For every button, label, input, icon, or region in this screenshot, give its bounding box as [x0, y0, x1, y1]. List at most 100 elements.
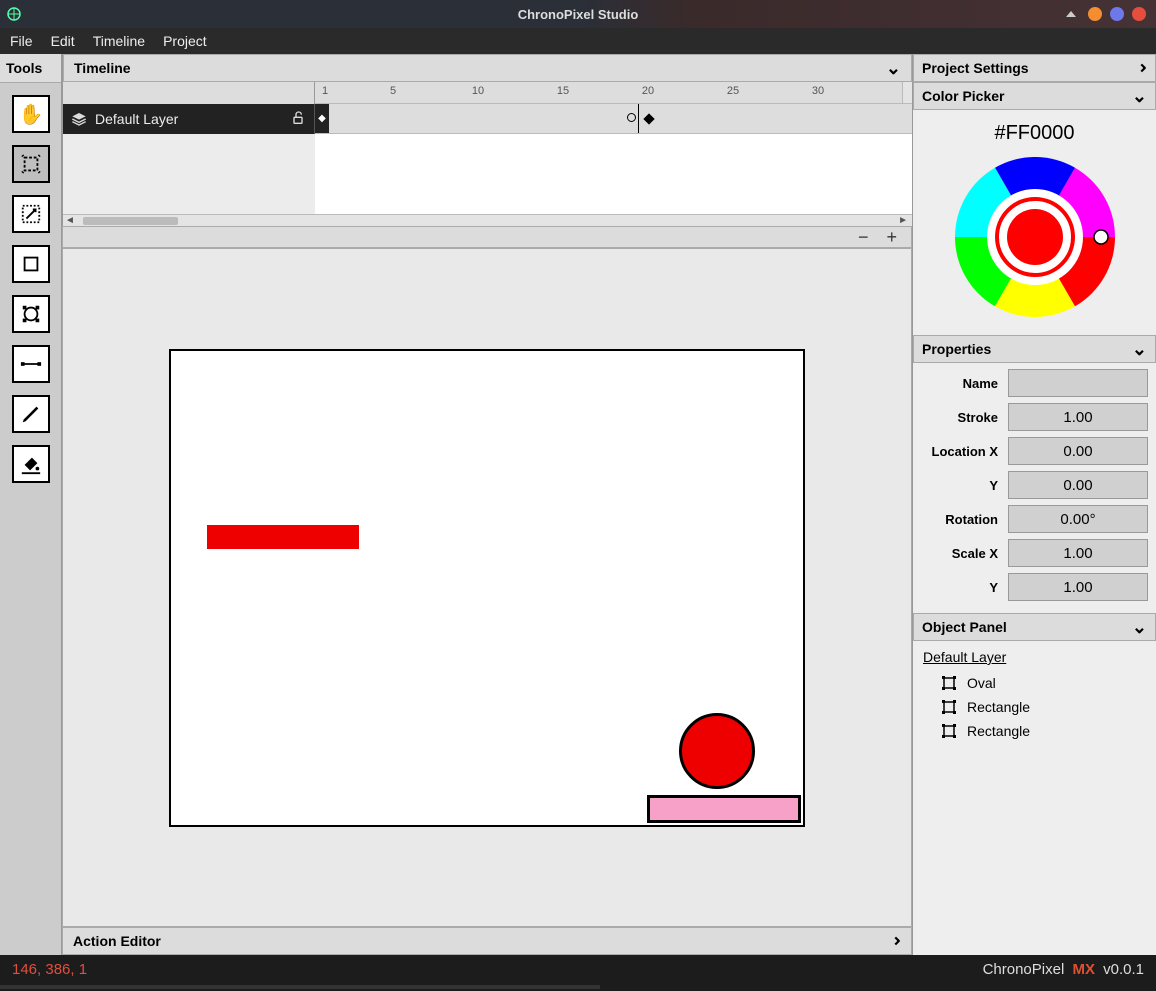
- keyframe-empty[interactable]: [627, 113, 636, 122]
- tool-pencil[interactable]: [12, 395, 50, 433]
- canvas-oval[interactable]: [679, 713, 755, 789]
- object-item-rectangle-2[interactable]: Rectangle: [923, 719, 1146, 743]
- properties-header[interactable]: Properties ⌄: [913, 335, 1156, 363]
- color-picker-header[interactable]: Color Picker ⌄: [913, 82, 1156, 110]
- ellipse-icon: [20, 303, 42, 325]
- menu-timeline[interactable]: Timeline: [93, 33, 145, 49]
- action-editor-title: Action Editor: [73, 933, 161, 949]
- object-item-rectangle-1[interactable]: Rectangle: [923, 695, 1146, 719]
- layers-empty-right: [315, 134, 912, 214]
- timeline-layer[interactable]: Default Layer: [63, 104, 315, 134]
- action-editor-header[interactable]: Action Editor ⌄: [62, 927, 912, 955]
- prop-scaley-label: Y: [921, 580, 998, 595]
- properties-title: Properties: [922, 341, 991, 357]
- canvas-rectangle-pink[interactable]: [647, 795, 801, 823]
- rectangle-icon: [20, 253, 42, 275]
- status-coords: 146, 386, 1: [12, 961, 87, 978]
- chevron-down-icon: ⌄: [1132, 91, 1147, 101]
- window-minimize-button[interactable]: [1088, 7, 1102, 21]
- chevron-right-icon: ⌄: [1134, 60, 1144, 75]
- status-version: v0.0.1: [1103, 961, 1144, 978]
- menu-bar: File Edit Timeline Project: [0, 28, 1156, 54]
- layers-empty-left: [63, 134, 315, 214]
- object-panel-layer[interactable]: Default Layer: [923, 649, 1146, 665]
- canvas-toolbar: − +: [62, 226, 912, 248]
- prop-stroke-label: Stroke: [921, 410, 998, 425]
- hand-icon: ✋: [19, 102, 44, 127]
- object-item-label: Rectangle: [967, 699, 1030, 715]
- menu-file[interactable]: File: [10, 33, 33, 49]
- prop-scalex-input[interactable]: [1008, 539, 1148, 567]
- project-settings-title: Project Settings: [922, 60, 1029, 76]
- prop-rotation-input[interactable]: [1008, 505, 1148, 533]
- color-picker-title: Color Picker: [922, 88, 1004, 104]
- pencil-icon: [20, 403, 42, 425]
- object-item-oval[interactable]: Oval: [923, 671, 1146, 695]
- shape-node-icon: [941, 675, 957, 691]
- color-wheel[interactable]: [955, 157, 1115, 317]
- prop-name-input[interactable]: [1008, 369, 1148, 397]
- prop-name-label: Name: [921, 376, 998, 391]
- window-close-button[interactable]: [1132, 7, 1146, 21]
- prop-locx-input[interactable]: [1008, 437, 1148, 465]
- timeline-hscroll[interactable]: ◄ ►: [63, 214, 912, 226]
- prop-scalex-label: Scale X: [921, 546, 998, 561]
- app-icon: [0, 6, 28, 22]
- object-item-label: Rectangle: [967, 723, 1030, 739]
- scroll-thumb[interactable]: [83, 217, 178, 225]
- tool-line[interactable]: [12, 345, 50, 383]
- chevron-down-icon: ⌄: [1132, 622, 1147, 632]
- timeline-ruler[interactable]: 1 5 10 15 20 25 30: [315, 82, 912, 104]
- footer-strip: [0, 983, 1156, 991]
- window-menu-icon[interactable]: [1066, 11, 1076, 17]
- tool-rectangle[interactable]: [12, 245, 50, 283]
- status-bar: 146, 386, 1 ChronoPixel MX v0.0.1: [0, 955, 1156, 983]
- frame-divider: [638, 104, 639, 133]
- unlock-icon[interactable]: [290, 110, 306, 129]
- tool-fill[interactable]: [12, 445, 50, 483]
- keyframe-start[interactable]: ◆: [315, 104, 329, 133]
- canvas-viewport[interactable]: [62, 248, 912, 927]
- layers-icon: [71, 111, 87, 127]
- project-settings-header[interactable]: Project Settings ⌄: [913, 54, 1156, 82]
- status-mx: MX: [1072, 961, 1095, 978]
- timeline-title: Timeline: [74, 60, 131, 76]
- window-maximize-button[interactable]: [1110, 7, 1124, 21]
- tool-hand[interactable]: ✋: [12, 95, 50, 133]
- canvas[interactable]: [169, 349, 805, 827]
- line-icon: [20, 353, 42, 375]
- object-panel-header[interactable]: Object Panel ⌄: [913, 613, 1156, 641]
- window-title: ChronoPixel Studio: [0, 7, 1156, 22]
- shape-node-icon: [941, 699, 957, 715]
- shape-node-icon: [941, 723, 957, 739]
- timeline-vscroll[interactable]: [902, 82, 912, 103]
- prop-scaley-input[interactable]: [1008, 573, 1148, 601]
- timeline-track[interactable]: ◆: [315, 104, 912, 134]
- prop-stroke-input[interactable]: [1008, 403, 1148, 431]
- ruler-spacer: [63, 82, 315, 104]
- object-panel-title: Object Panel: [922, 619, 1007, 635]
- tool-transform[interactable]: [12, 145, 50, 183]
- transform-icon: [20, 153, 42, 175]
- canvas-rectangle-red[interactable]: [207, 525, 359, 549]
- object-item-label: Oval: [967, 675, 996, 691]
- timeline-header[interactable]: Timeline ⌄: [63, 54, 912, 82]
- menu-edit[interactable]: Edit: [51, 33, 75, 49]
- prop-locy-input[interactable]: [1008, 471, 1148, 499]
- tool-ellipse[interactable]: [12, 295, 50, 333]
- zoom-in-button[interactable]: +: [886, 227, 897, 248]
- chevron-down-icon: ⌄: [886, 63, 901, 73]
- tools-header: Tools: [0, 54, 61, 83]
- scale-icon: [20, 203, 42, 225]
- tool-scale[interactable]: [12, 195, 50, 233]
- prop-rotation-label: Rotation: [921, 512, 998, 527]
- keyframe[interactable]: [643, 113, 654, 124]
- color-wheel-cursor[interactable]: [1094, 230, 1108, 244]
- color-hex-value: #FF0000: [994, 122, 1074, 145]
- prop-locy-label: Y: [921, 478, 998, 493]
- chevron-down-icon: ⌄: [1132, 344, 1147, 354]
- prop-locx-label: Location X: [921, 444, 998, 459]
- zoom-out-button[interactable]: −: [858, 227, 869, 248]
- fill-icon: [20, 453, 42, 475]
- menu-project[interactable]: Project: [163, 33, 207, 49]
